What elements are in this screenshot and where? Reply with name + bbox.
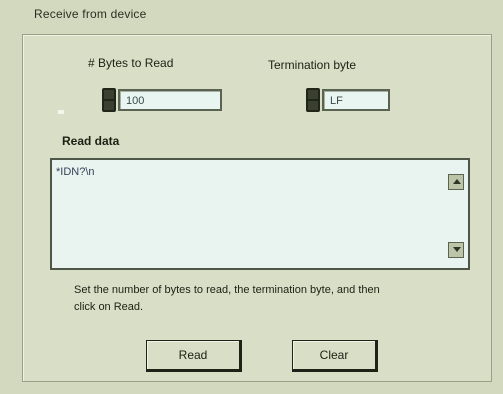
- read-data-content: *IDN?\n: [56, 166, 95, 178]
- window-title: Receive from device: [34, 7, 147, 21]
- bytes-to-read-input[interactable]: 100: [118, 89, 222, 111]
- arrow-down-icon: [453, 247, 461, 252]
- termination-stepper-arrows[interactable]: [306, 88, 320, 112]
- focus-marker: [58, 110, 64, 114]
- termination-byte-control: LF: [306, 88, 390, 112]
- arrow-up-icon: [453, 179, 461, 184]
- receive-dialog: Receive from device # Bytes to Read 100 …: [0, 0, 503, 394]
- read-data-label: Read data: [62, 134, 120, 148]
- clear-button[interactable]: Clear: [292, 340, 378, 372]
- bytes-stepper-arrows[interactable]: [102, 88, 116, 112]
- bytes-to-read-control: 100: [102, 88, 222, 112]
- scroll-down-button[interactable]: [448, 242, 464, 258]
- read-button[interactable]: Read: [146, 340, 242, 372]
- bytes-to-read-label: # Bytes to Read: [88, 56, 174, 70]
- scroll-up-button[interactable]: [448, 174, 464, 190]
- instructions-text: Set the number of bytes to read, the ter…: [74, 284, 380, 313]
- read-data-textarea[interactable]: *IDN?\n: [50, 158, 470, 270]
- termination-byte-label: Termination byte: [268, 58, 357, 72]
- termination-byte-input[interactable]: LF: [322, 89, 390, 111]
